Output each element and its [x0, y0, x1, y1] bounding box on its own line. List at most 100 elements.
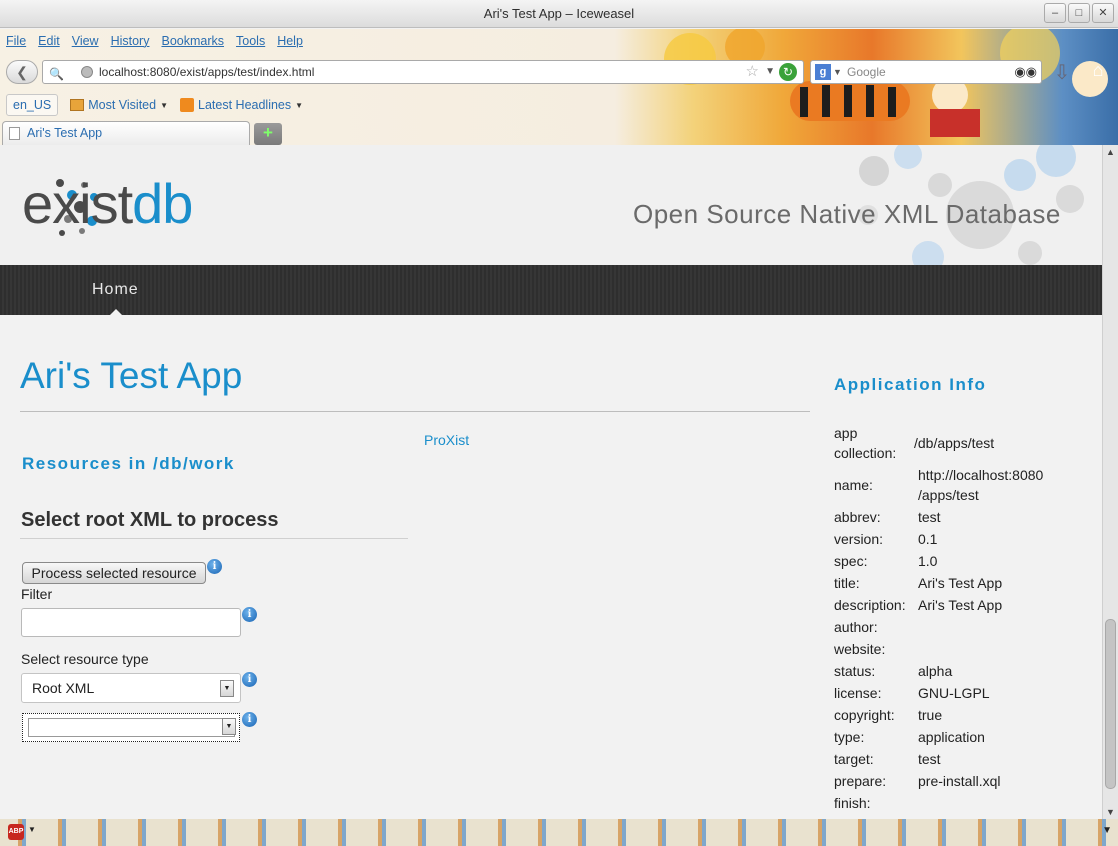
tab-aris-test-app[interactable]: Ari's Test App: [2, 121, 250, 145]
info-value: Ari's Test App: [918, 597, 1003, 613]
bookmark-star-icon[interactable]: ☆: [746, 61, 759, 83]
search-engine-dropdown-icon[interactable]: ▼: [833, 61, 842, 83]
info-value: application: [918, 729, 985, 745]
resource-select[interactable]: ▼: [22, 713, 240, 742]
info-key: spec:: [834, 553, 868, 569]
site-tagline: Open Source Native XML Database: [633, 199, 1061, 229]
info-value: 1.0: [918, 553, 938, 569]
home-icon[interactable]: ⌂: [1086, 60, 1110, 84]
info-row-website: website:: [834, 639, 1084, 659]
info-row-type: type: application: [834, 727, 1084, 747]
info-row-spec: spec: 1.0: [834, 551, 1084, 571]
info-key: target:: [834, 751, 874, 767]
info-key: title:: [834, 575, 860, 591]
info-row-copyright: copyright: true: [834, 705, 1084, 725]
back-arrow-icon: ❮: [16, 64, 28, 80]
menu-edit[interactable]: Edit: [38, 34, 60, 48]
maximize-icon[interactable]: □: [1068, 3, 1090, 23]
info-key: copyright:: [834, 707, 895, 723]
close-icon[interactable]: ✕: [1092, 3, 1114, 23]
menu-view[interactable]: View: [72, 34, 99, 48]
title-divider: [20, 411, 810, 412]
menu-file[interactable]: File: [6, 34, 26, 48]
info-key: app collection:: [834, 425, 897, 461]
info-row-version: version: 0.1: [834, 529, 1084, 549]
page-title: Ari's Test App: [20, 355, 243, 396]
chevron-down-icon[interactable]: ▼: [220, 680, 234, 697]
chevron-down-icon[interactable]: ▼: [28, 825, 36, 834]
info-value: true: [918, 707, 943, 723]
scroll-down-icon[interactable]: ▼: [1106, 807, 1115, 817]
active-nav-pointer: [109, 309, 123, 316]
chevron-down-icon[interactable]: ▼: [222, 718, 236, 735]
scroll-up-icon[interactable]: ▲: [1106, 147, 1115, 157]
url-text[interactable]: localhost:8080/exist/apps/test/index.htm…: [99, 65, 314, 79]
logo-text-exist: exist: [22, 172, 133, 235]
info-row-target: target: test: [834, 749, 1084, 769]
resource-select-field[interactable]: [28, 718, 235, 737]
info-row-name: name: http://localhost:8080 /apps/test: [834, 465, 1084, 505]
info-key: abbrev:: [834, 509, 881, 525]
logo-text-db: db: [132, 172, 193, 235]
info-value: 0.1: [918, 531, 938, 547]
info-value: test: [918, 509, 941, 525]
bookmark-latest-headlines[interactable]: Latest Headlines ▼: [174, 95, 309, 115]
rss-icon: [180, 98, 195, 112]
addon-bar: ABP ▼ ▼: [0, 819, 1118, 846]
bookmark-label: Most Visited: [88, 98, 157, 112]
scrollbar-thumb[interactable]: [1105, 619, 1116, 789]
info-row-title: title: Ari's Test App: [834, 573, 1084, 593]
back-button[interactable]: ❮: [6, 60, 38, 84]
site-globe-icon: [81, 66, 93, 78]
info-icon[interactable]: i: [207, 559, 222, 574]
resource-type-label: Select resource type: [21, 651, 149, 667]
url-history-dropdown-icon[interactable]: ▼: [765, 61, 775, 83]
filter-input[interactable]: [21, 608, 241, 637]
menu-help[interactable]: Help: [277, 34, 303, 48]
application-info-table: app collection: /db/apps/test name: http:/…: [834, 423, 1084, 815]
info-row-abbrev: abbrev: test: [834, 507, 1084, 527]
info-key: author:: [834, 619, 878, 635]
info-value: [918, 617, 1084, 637]
menu-bookmarks[interactable]: Bookmarks: [161, 34, 224, 48]
binoculars-icon[interactable]: ◉◉: [1014, 61, 1037, 83]
resource-type-value: Root XML: [32, 680, 95, 696]
application-info-heading: Application Info: [834, 375, 987, 394]
info-icon[interactable]: i: [242, 607, 257, 622]
section-divider: [20, 538, 408, 539]
reload-icon[interactable]: ↻: [779, 63, 797, 81]
search-bar[interactable]: g ▼ Google ◉◉: [810, 60, 1042, 84]
info-icon[interactable]: i: [242, 712, 257, 727]
info-key: version:: [834, 531, 884, 547]
menu-tools[interactable]: Tools: [236, 34, 265, 48]
new-tab-button[interactable]: +: [254, 123, 282, 145]
adblock-icon[interactable]: ABP: [8, 824, 24, 840]
vertical-scrollbar[interactable]: ▲ ▼: [1102, 145, 1118, 819]
tab-strip: Ari's Test App +: [0, 121, 1118, 145]
language-button[interactable]: en_US: [6, 94, 59, 116]
info-key: type:: [834, 729, 865, 745]
nav-home-link[interactable]: Home: [92, 281, 139, 299]
addon-bar-dropdown-icon[interactable]: ▼: [1102, 825, 1112, 836]
site-header: existdb Open Source Native XML Database: [0, 145, 1102, 265]
info-row-app-collection: app collection: /db/apps/test: [834, 423, 1084, 463]
identity-icon[interactable]: 🔍: [49, 63, 67, 81]
info-key: description:: [834, 597, 906, 613]
menu-history[interactable]: History: [111, 34, 150, 48]
resource-type-select[interactable]: Root XML ▼: [21, 673, 241, 703]
download-icon[interactable]: ⇩: [1050, 60, 1074, 84]
language-label: en_US: [13, 98, 52, 112]
bookmark-most-visited[interactable]: Most Visited ▼: [64, 95, 174, 115]
folder-icon: [70, 99, 85, 111]
chevron-down-icon: ▼: [295, 100, 304, 110]
minimize-icon[interactable]: –: [1044, 3, 1066, 23]
navigation-toolbar: ❮ 🔍 localhost:8080/exist/apps/test/index…: [0, 58, 1118, 86]
bookmark-label: Latest Headlines: [198, 98, 292, 112]
google-engine-icon[interactable]: g: [815, 64, 831, 80]
info-row-status: status: alpha: [834, 661, 1084, 681]
info-row-author: author:: [834, 617, 1084, 637]
info-icon[interactable]: i: [242, 672, 257, 687]
url-bar[interactable]: 🔍 localhost:8080/exist/apps/test/index.h…: [42, 60, 804, 84]
process-selected-resource-button[interactable]: Process selected resource: [22, 562, 206, 584]
proxist-link[interactable]: ProXist: [424, 432, 469, 448]
